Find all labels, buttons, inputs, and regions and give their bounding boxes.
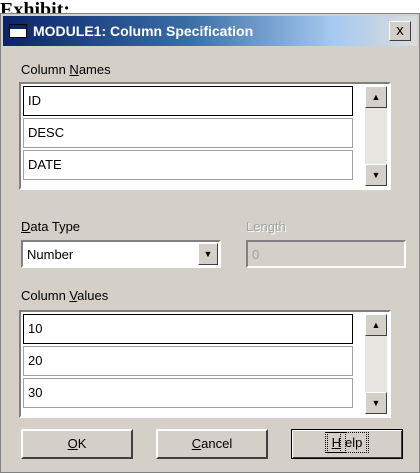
scroll-up-icon[interactable]: ▲ <box>365 314 387 336</box>
scroll-down-icon[interactable]: ▼ <box>365 164 387 186</box>
data-type-value: Number <box>27 247 74 262</box>
column-names-scrollbar[interactable]: ▲ ▼ <box>365 86 387 186</box>
column-value-row[interactable]: 30 <box>23 378 353 408</box>
column-value-row[interactable]: 20 <box>23 346 353 376</box>
ok-button[interactable]: OK <box>21 429 133 459</box>
data-type-select[interactable]: Number ▼ <box>21 240 221 268</box>
column-name-row[interactable]: ID <box>23 86 353 116</box>
scroll-up-icon[interactable]: ▲ <box>365 86 387 108</box>
length-value: 0 <box>252 247 260 262</box>
data-type-label: Data Type <box>21 219 81 234</box>
column-name-row[interactable]: DATE <box>23 150 353 180</box>
window-icon <box>9 24 27 38</box>
length-label: Length <box>246 219 286 234</box>
window-title: MODULE1: Column Specification <box>33 23 254 39</box>
column-names-label: Column Names <box>21 62 111 77</box>
column-values-list[interactable]: 10 20 30 ▲ ▼ <box>19 310 391 418</box>
close-button[interactable]: x <box>389 21 411 41</box>
column-specification-dialog: MODULE1: Column Specification x Column N… <box>0 13 420 473</box>
scroll-down-icon[interactable]: ▼ <box>365 392 387 414</box>
cancel-button[interactable]: Cancel <box>156 429 268 459</box>
help-button[interactable]: Help <box>291 429 403 459</box>
column-names-list[interactable]: ID DESC DATE ▲ ▼ <box>19 82 391 190</box>
column-values-label: Column Values <box>21 288 109 303</box>
column-values-scrollbar[interactable]: ▲ ▼ <box>365 314 387 414</box>
column-value-row[interactable]: 10 <box>23 314 353 344</box>
title-bar[interactable]: MODULE1: Column Specification x <box>3 16 417 46</box>
dropdown-arrow-icon[interactable]: ▼ <box>198 243 218 265</box>
column-name-row[interactable]: DESC <box>23 118 353 148</box>
length-field: 0 <box>246 240 406 268</box>
